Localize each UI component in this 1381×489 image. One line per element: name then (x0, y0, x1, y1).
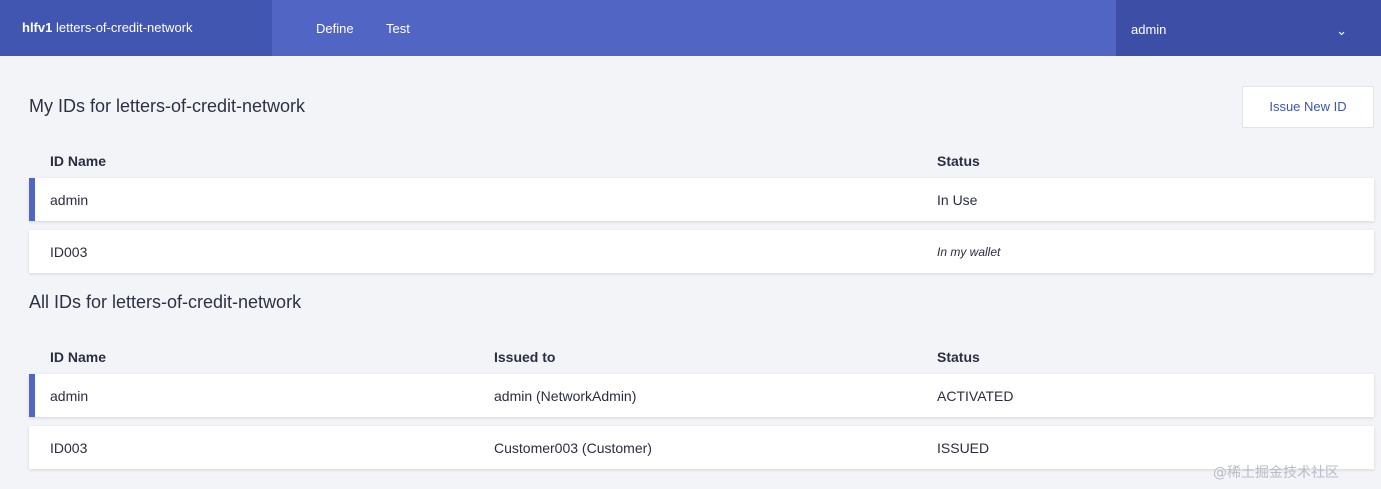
my-ids-header-id-name: ID Name (50, 153, 107, 169)
my-ids-row-id003[interactable]: ID003 In my wallet (29, 230, 1374, 273)
status-cell: ACTIVATED (937, 388, 1014, 404)
my-ids-title: My IDs for letters-of-credit-network (29, 96, 306, 116)
all-ids-header-id-name: ID Name (50, 349, 107, 365)
tab-define[interactable]: Define (316, 0, 354, 56)
status-cell: ISSUED (937, 440, 990, 456)
my-ids-row-admin[interactable]: admin In Use (29, 178, 1374, 221)
brand-runtime: hlfv1 (22, 20, 53, 35)
status-cell: In Use (937, 192, 978, 208)
chevron-down-icon: ⌄ (1336, 23, 1347, 38)
id-name-cell: admin (50, 192, 89, 208)
all-ids-row-id003[interactable]: ID003 Customer003 (Customer) ISSUED (29, 426, 1374, 469)
my-ids-header-status: Status (937, 153, 980, 169)
user-name: admin (1131, 22, 1167, 37)
id-name-cell: ID003 (50, 440, 88, 456)
watermark: @稀土掘金技术社区 (1213, 465, 1339, 481)
all-ids-row-admin[interactable]: admin admin (NetworkAdmin) ACTIVATED (29, 374, 1374, 417)
id-name-cell: admin (50, 388, 89, 404)
issued-to-cell: Customer003 (Customer) (494, 440, 652, 456)
all-ids-header-status: Status (937, 349, 980, 365)
issue-new-id-button[interactable]: Issue New ID (1242, 86, 1374, 128)
status-cell: In my wallet (937, 245, 1001, 259)
all-ids-title: All IDs for letters-of-credit-network (29, 292, 302, 312)
brand: hlfv1 letters-of-credit-network (0, 0, 272, 56)
all-ids-header-issued-to: Issued to (494, 349, 556, 365)
brand-network-name: letters-of-credit-network (55, 20, 193, 35)
user-menu[interactable]: admin ⌄ (1116, 0, 1381, 56)
issued-to-cell: admin (NetworkAdmin) (494, 388, 637, 404)
id-name-cell: ID003 (50, 244, 88, 260)
tab-test[interactable]: Test (386, 0, 410, 56)
top-navigation-bar: hlfv1 letters-of-credit-network Define T… (0, 0, 1381, 56)
